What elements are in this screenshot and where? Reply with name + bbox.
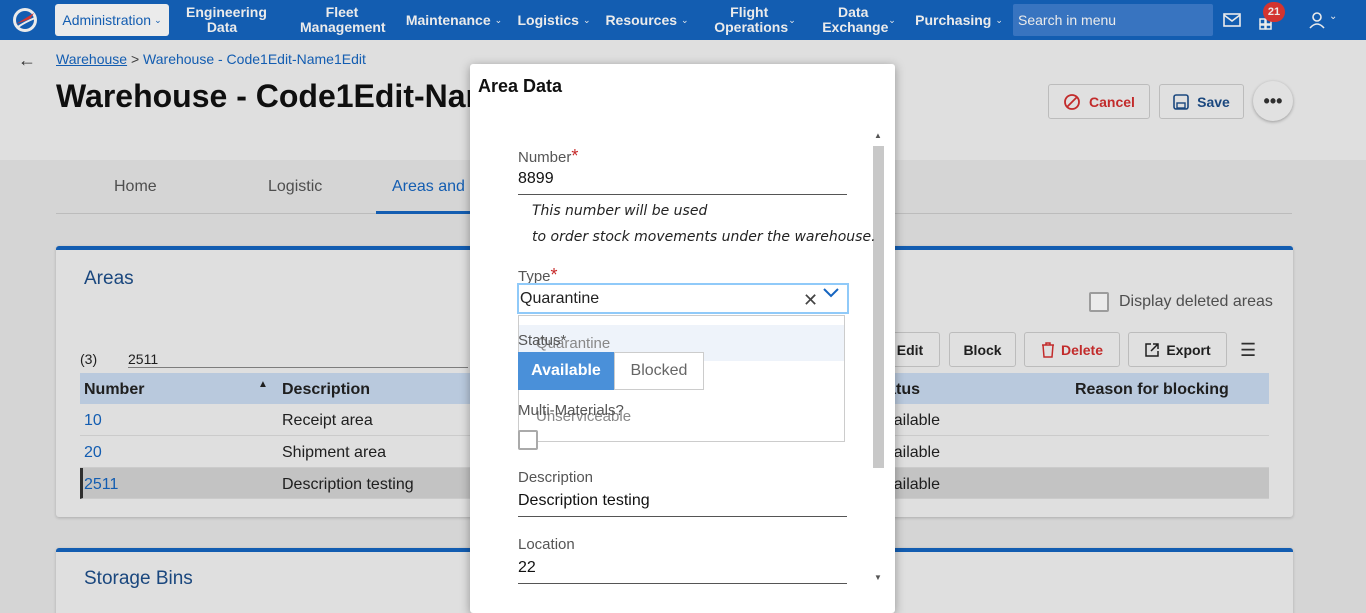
- clear-icon[interactable]: ✕: [803, 290, 818, 311]
- type-select[interactable]: Quarantine: [517, 283, 849, 314]
- status-blocked-toggle[interactable]: Blocked: [614, 352, 704, 390]
- scroll-down-icon[interactable]: ▼: [874, 573, 882, 582]
- location-field[interactable]: 22: [518, 559, 847, 584]
- area-data-dialog: Area Data ▲ ▼ Number* 8899 This number w…: [470, 64, 895, 613]
- number-hint-line2: to order stock movements under the wareh…: [532, 229, 876, 245]
- required-asterisk: *: [550, 265, 558, 285]
- location-label: Location: [518, 536, 575, 553]
- status-label: Status*: [518, 332, 566, 349]
- scrollbar-thumb[interactable]: [873, 146, 884, 468]
- multi-materials-checkbox[interactable]: [518, 430, 538, 450]
- multi-materials-label: Multi-Materials?: [518, 402, 624, 419]
- number-label: Number*: [518, 146, 578, 167]
- number-field[interactable]: 8899: [518, 170, 847, 195]
- status-label-text: Status: [518, 332, 561, 349]
- scroll-up-icon[interactable]: ▲: [874, 131, 882, 140]
- number-label-text: Number: [518, 149, 572, 166]
- chevron-down-icon[interactable]: [823, 288, 839, 298]
- required-asterisk: *: [560, 332, 567, 349]
- description-label: Description: [518, 469, 594, 486]
- dialog-title: Area Data: [478, 76, 563, 96]
- status-available-toggle[interactable]: Available: [518, 352, 614, 390]
- description-field[interactable]: Description testing: [518, 492, 847, 517]
- number-hint-line1: This number will be used: [532, 203, 708, 219]
- required-asterisk: *: [571, 146, 579, 166]
